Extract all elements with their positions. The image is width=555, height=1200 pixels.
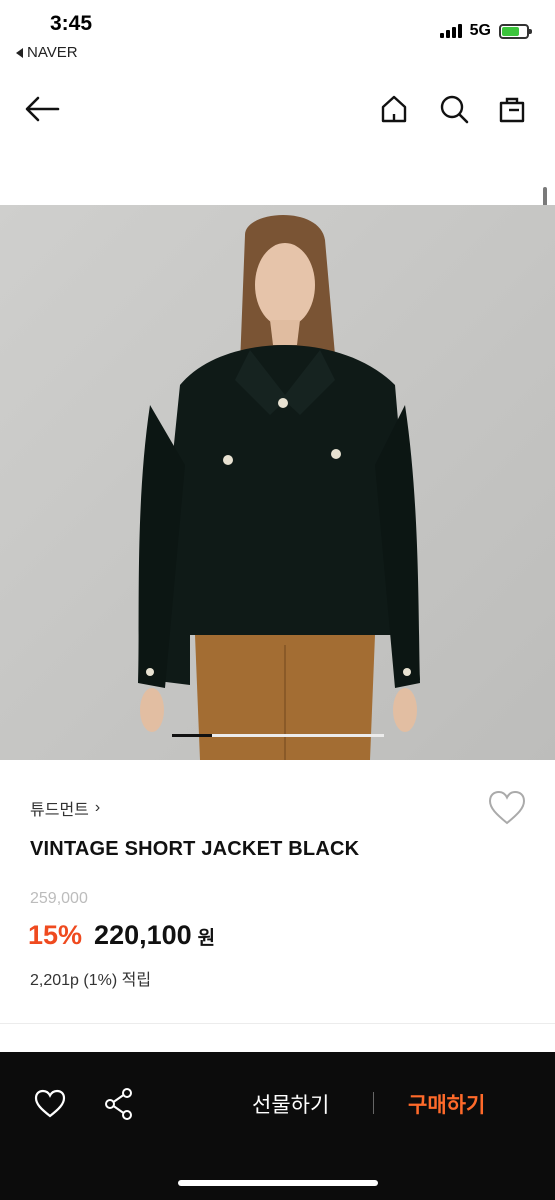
discount-rate: 15% — [28, 920, 83, 950]
image-carousel-indicator — [172, 734, 384, 737]
back-app-label: NAVER — [27, 44, 78, 61]
buy-button[interactable]: 구매하기 — [408, 1089, 485, 1119]
price-row: 15% 220,100 원 — [28, 920, 215, 951]
brand-link[interactable]: 튜드먼트 › — [30, 796, 100, 820]
share-button[interactable] — [101, 1086, 137, 1122]
battery-icon — [499, 23, 532, 39]
home-indicator[interactable] — [178, 1180, 378, 1186]
search-icon — [440, 95, 469, 124]
share-icon — [105, 1088, 132, 1120]
carousel-active-segment — [172, 734, 212, 737]
product-title: VINTAGE SHORT JACKET BLACK — [30, 838, 360, 860]
back-triangle-icon — [16, 47, 23, 58]
brand-name: 튜드먼트 — [30, 802, 89, 819]
status-time: 3:45 — [50, 12, 93, 35]
gift-button[interactable]: 선물하기 — [252, 1089, 329, 1119]
heart-icon — [34, 1089, 66, 1118]
shopping-bag-icon — [499, 97, 525, 123]
status-bar: 3:45 NAVER 5G — [0, 0, 555, 70]
back-button[interactable] — [22, 84, 62, 134]
chevron-right-icon: › — [94, 799, 101, 816]
system-indicators: 5G — [439, 22, 532, 40]
heart-icon — [488, 790, 526, 825]
button-separator — [373, 1092, 374, 1114]
original-price: 259,000 — [30, 890, 88, 907]
product-photo — [0, 205, 555, 760]
home-button[interactable] — [374, 84, 414, 134]
top-nav — [0, 84, 555, 134]
bottom-wishlist-button[interactable] — [32, 1086, 68, 1122]
currency-label: 원 — [197, 928, 216, 949]
shopping-bag-button[interactable] — [492, 84, 532, 134]
home-icon — [381, 95, 407, 123]
network-label: 5G — [469, 22, 491, 39]
bottom-action-bar: 선물하기 구매하기 — [0, 1052, 555, 1200]
search-button[interactable] — [434, 84, 474, 134]
signal-icon — [439, 24, 462, 38]
sale-price: 220,100 — [94, 920, 192, 950]
arrow-left-icon — [25, 96, 60, 122]
back-to-app-link[interactable]: NAVER — [16, 44, 78, 61]
reward-points: 2,201p (1%) 적립 — [30, 972, 152, 989]
section-divider — [0, 1023, 555, 1024]
wishlist-button[interactable] — [488, 790, 526, 831]
product-image[interactable] — [0, 205, 555, 760]
